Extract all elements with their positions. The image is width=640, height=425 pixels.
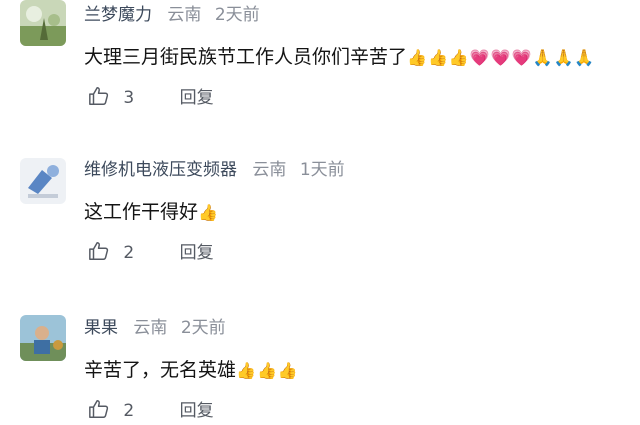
location-label: 云南 bbox=[167, 5, 202, 25]
like-button[interactable]: 2 bbox=[88, 242, 180, 263]
location-label: 云南 bbox=[252, 160, 287, 180]
username[interactable]: 维修机电液压变频器 bbox=[84, 160, 237, 180]
folded-hands-emoji-icon: 🙏 bbox=[553, 48, 574, 67]
pink-heart-emoji-icon: 💗 bbox=[511, 48, 532, 67]
pink-heart-emoji-icon: 💗 bbox=[490, 48, 511, 67]
like-button[interactable]: 3 bbox=[88, 87, 180, 108]
folded-hands-emoji-icon: 🙏 bbox=[574, 48, 595, 67]
comment-actions: 2 回复 bbox=[88, 239, 214, 267]
avatar[interactable] bbox=[20, 0, 66, 46]
comment-text: 辛苦了，无名英雄👍👍👍 bbox=[84, 355, 299, 386]
comment-actions: 2 回复 bbox=[88, 397, 214, 425]
reply-button[interactable]: 回复 bbox=[180, 88, 214, 108]
thumbs-up-emoji-icon: 👍 bbox=[427, 48, 448, 67]
thumbs-up-outline-icon bbox=[89, 87, 109, 105]
thumbs-up-outline-icon bbox=[89, 400, 109, 418]
thumbs-up-emoji-icon: 👍 bbox=[407, 48, 427, 67]
like-count: 3 bbox=[123, 88, 135, 108]
like-count: 2 bbox=[123, 243, 135, 263]
like-button[interactable]: 2 bbox=[88, 400, 180, 421]
comment-body: 辛苦了，无名英雄 bbox=[84, 359, 237, 381]
comment-actions: 3 回复 bbox=[88, 84, 214, 112]
thumbs-up-emoji-icon: 👍 bbox=[277, 361, 298, 380]
timestamp: 2天前 bbox=[180, 318, 226, 338]
comment-text: 大理三月街民族节工作人员你们辛苦了👍👍👍💗💗💗🙏🙏🙏 bbox=[84, 42, 595, 73]
comment-meta: 果果 云南 2天前 bbox=[84, 313, 234, 343]
avatar[interactable] bbox=[20, 315, 66, 361]
thumbs-up-emoji-icon: 👍 bbox=[198, 203, 218, 222]
thumbs-up-emoji-icon: 👍 bbox=[256, 361, 277, 380]
username[interactable]: 果果 bbox=[84, 318, 118, 338]
thumbs-up-outline-icon bbox=[89, 242, 109, 260]
comment-text: 这工作干得好👍 bbox=[84, 197, 219, 228]
timestamp: 1天前 bbox=[299, 160, 345, 180]
comment-meta: 维修机电液压变频器 云南 1天前 bbox=[84, 155, 353, 185]
timestamp: 2天前 bbox=[214, 5, 260, 25]
avatar[interactable] bbox=[20, 158, 66, 204]
thumbs-up-emoji-icon: 👍 bbox=[236, 361, 256, 380]
thumbs-up-emoji-icon: 👍 bbox=[448, 48, 469, 67]
like-count: 2 bbox=[123, 401, 135, 421]
reply-button[interactable]: 回复 bbox=[180, 401, 214, 421]
comment-body: 大理三月街民族节工作人员你们辛苦了 bbox=[84, 46, 408, 68]
reply-button[interactable]: 回复 bbox=[180, 243, 214, 263]
comment-meta: 兰梦魔力 云南 2天前 bbox=[84, 0, 268, 30]
username[interactable]: 兰梦魔力 bbox=[84, 5, 152, 25]
folded-hands-emoji-icon: 🙏 bbox=[532, 48, 553, 67]
location-label: 云南 bbox=[133, 318, 168, 338]
comment-body: 这工作干得好 bbox=[84, 201, 199, 223]
pink-heart-emoji-icon: 💗 bbox=[469, 48, 490, 67]
